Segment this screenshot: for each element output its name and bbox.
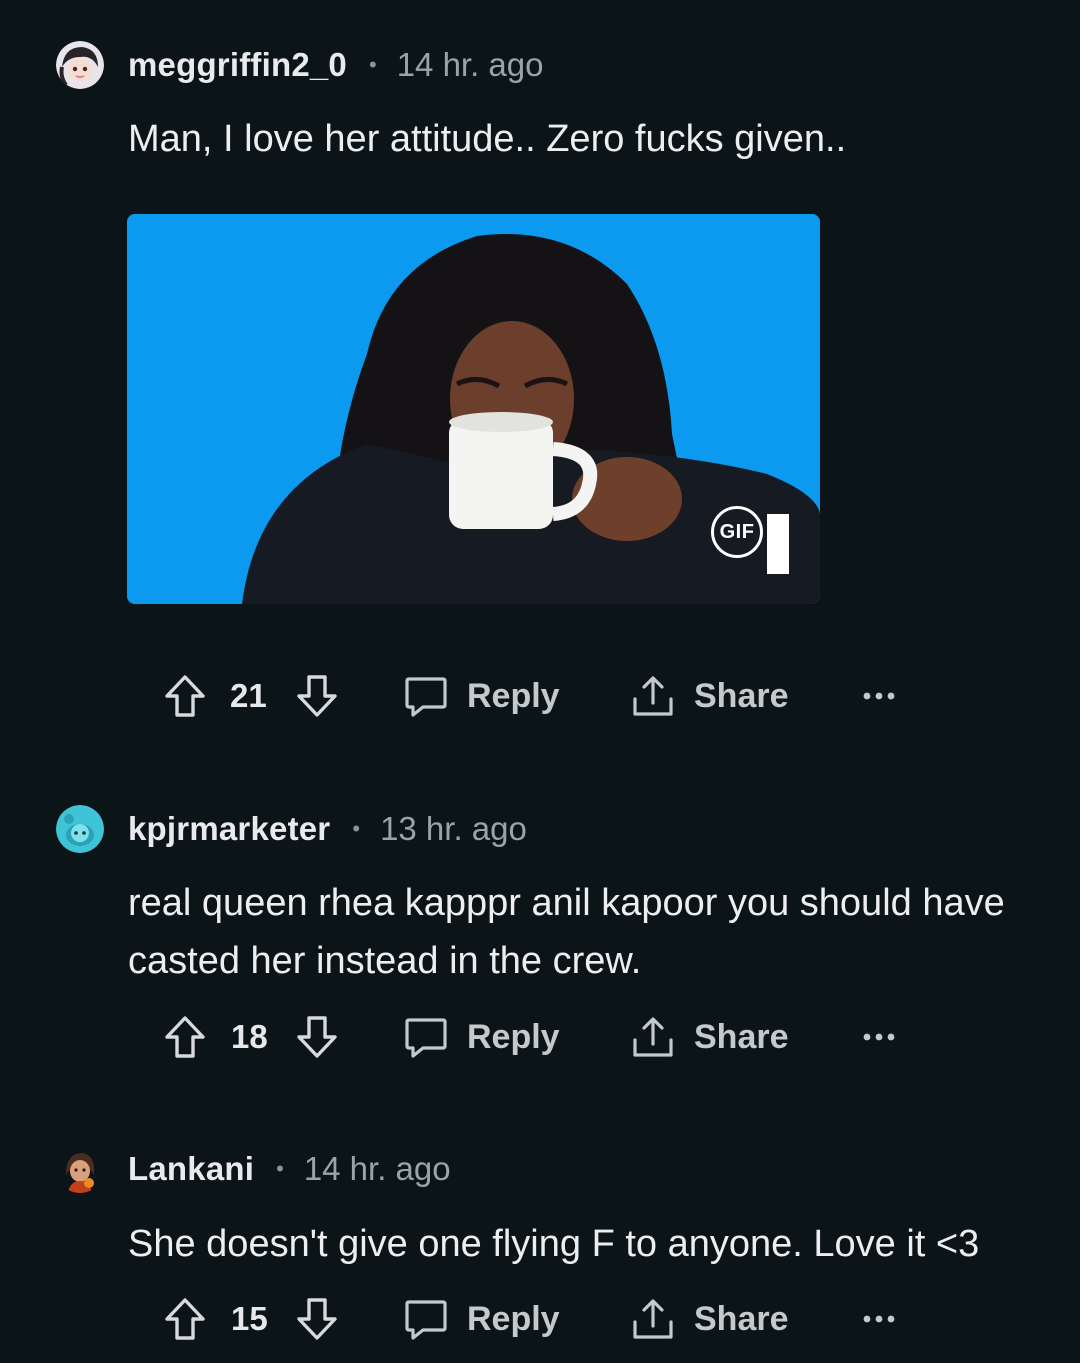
comment-header: meggriffin2_0 • 14 hr. ago [56, 40, 544, 90]
username[interactable]: kpjrmarketer [128, 810, 330, 848]
upvote-button[interactable] [163, 1289, 207, 1349]
comment-text: Man, I love her attitude.. Zero fucks gi… [128, 118, 847, 160]
share-button[interactable]: Share [630, 1289, 789, 1349]
comment-text: She doesn't give one flying F to anyone.… [128, 1223, 980, 1265]
more-options-button[interactable] [862, 666, 896, 726]
vote-count: 18 [231, 1018, 268, 1055]
reply-button[interactable]: Reply [403, 1007, 560, 1067]
upvote-icon [163, 1014, 207, 1060]
share-button[interactable]: Share [630, 1007, 789, 1067]
timestamp: 14 hr. ago [303, 1150, 451, 1187]
share-button[interactable]: Share [630, 666, 789, 726]
share-label: Share [694, 1299, 789, 1338]
avatar[interactable] [56, 805, 104, 853]
comment-header: Lankani • 14 hr. ago [56, 1144, 451, 1194]
share-label: Share [694, 1017, 789, 1056]
timestamp: 14 hr. ago [396, 46, 544, 83]
username[interactable]: Lankani [128, 1150, 254, 1188]
share-icon [630, 673, 676, 719]
downvote-button[interactable] [295, 1007, 339, 1067]
comment: meggriffin2_0 • 14 hr. ago Man, I love h… [0, 0, 1080, 760]
separator-dot: • [352, 816, 361, 841]
upvote-button[interactable] [163, 1007, 207, 1067]
comment: Lankani • 14 hr. ago She doesn't give on… [0, 1110, 1080, 1363]
more-options-icon [862, 1314, 896, 1324]
reply-label: Reply [467, 1017, 560, 1056]
vote-count: 15 [231, 1300, 268, 1337]
reply-icon [403, 673, 449, 719]
reply-button[interactable]: Reply [403, 666, 560, 726]
downvote-button[interactable] [295, 666, 339, 726]
share-icon [630, 1296, 676, 1342]
vote-count: 21 [230, 677, 267, 714]
reply-label: Reply [467, 676, 560, 715]
gif-image[interactable]: GIF [127, 214, 820, 604]
downvote-icon [295, 1296, 339, 1342]
more-options-icon [862, 1032, 896, 1042]
upvote-icon [163, 673, 207, 719]
username[interactable]: meggriffin2_0 [128, 46, 347, 84]
separator-dot: • [369, 52, 377, 77]
upvote-icon [163, 1296, 207, 1342]
share-label: Share [694, 676, 789, 715]
downvote-icon [295, 673, 339, 719]
timestamp: 13 hr. ago [380, 810, 527, 847]
downvote-button[interactable] [295, 1289, 339, 1349]
comment-actions: 15 Reply Share [0, 1289, 1080, 1349]
reply-icon [403, 1014, 449, 1060]
separator-dot: • [276, 1156, 284, 1181]
more-options-button[interactable] [862, 1289, 896, 1349]
gif-badge: GIF [711, 506, 763, 558]
comment: kpjrmarketer • 13 hr. ago real queen rhe… [0, 760, 1080, 1110]
share-icon [630, 1014, 676, 1060]
comment-actions: 21 Reply Share [0, 666, 1080, 726]
reply-button[interactable]: Reply [403, 1289, 560, 1349]
upvote-button[interactable] [163, 666, 207, 726]
reply-label: Reply [467, 1299, 560, 1338]
reply-icon [403, 1296, 449, 1342]
avatar[interactable] [56, 41, 104, 89]
downvote-icon [295, 1014, 339, 1060]
avatar[interactable] [56, 1145, 104, 1193]
comment-header: kpjrmarketer • 13 hr. ago [56, 804, 527, 854]
more-options-button[interactable] [862, 1007, 896, 1067]
more-options-icon [862, 691, 896, 701]
comment-actions: 18 Reply Share [0, 1007, 1080, 1067]
comment-text: real queen rhea kapppr anil kapoor you s… [128, 882, 1005, 982]
